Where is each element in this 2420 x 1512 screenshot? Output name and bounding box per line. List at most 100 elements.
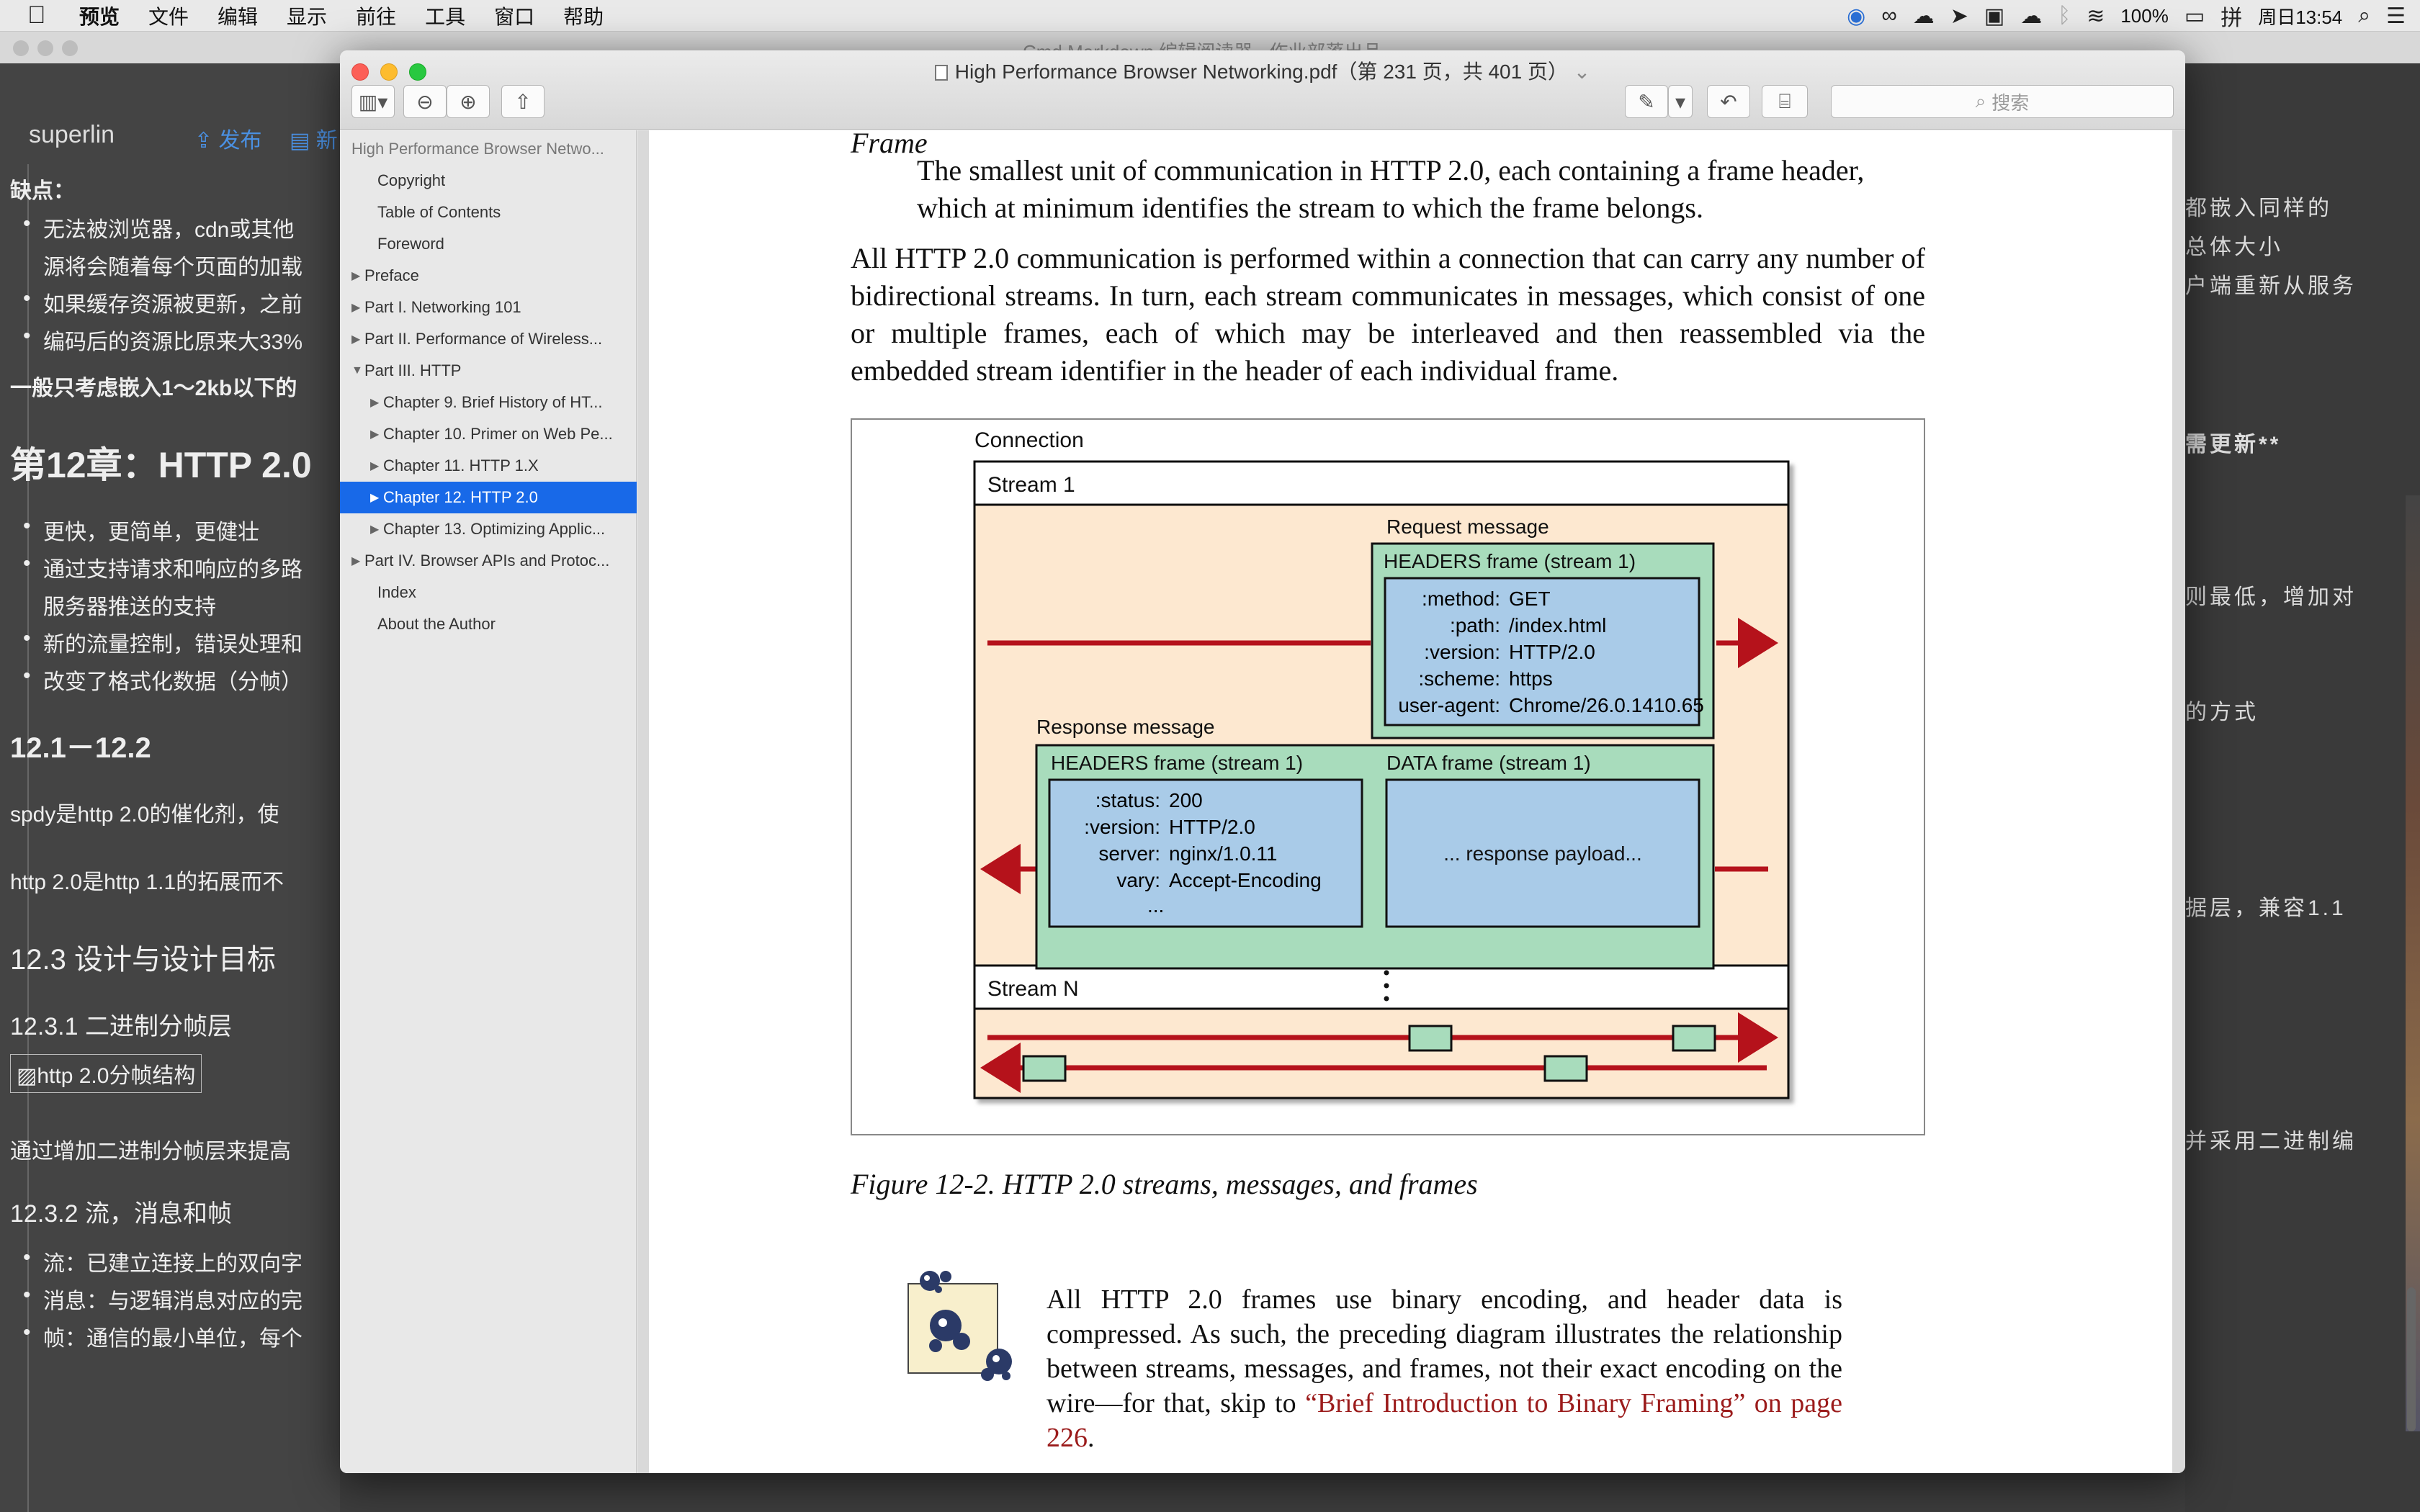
markup-menu-button[interactable]: ▾ bbox=[1668, 85, 1693, 118]
rotate-button[interactable]: ↶ bbox=[1707, 85, 1750, 118]
md-text: 缺点： bbox=[10, 179, 75, 203]
divider bbox=[27, 164, 29, 1512]
toc-item-part4[interactable]: ▶ Part IV. Browser APIs and Protoc... bbox=[340, 545, 637, 577]
figure-diagram: Connection Stream 1 Request message HEAD… bbox=[851, 418, 1925, 1135]
send-icon[interactable]: ➤ bbox=[1950, 4, 1968, 29]
status-area: ◉ ∞ ☁ ➤ ▣ ☁ ᛒ ≋ 100% ▭ 拼 周日13:54 ⌕ ☰ bbox=[1847, 0, 2406, 32]
bluetooth-icon[interactable]: ᛒ bbox=[2058, 4, 2071, 28]
toc-item-chapter13[interactable]: ▶ Chapter 13. Optimizing Applic... bbox=[340, 513, 637, 545]
input-method-icon[interactable]: 拼 bbox=[2220, 0, 2242, 32]
title-chevron-icon[interactable]: ⌄ bbox=[1574, 60, 1590, 83]
spotlight-search-icon[interactable]: ⌕ bbox=[2358, 4, 2370, 28]
request-message-label: Request message bbox=[1386, 516, 1549, 538]
request-frame-label: HEADERS frame (stream 1) bbox=[1384, 550, 1636, 572]
menu-app-preview[interactable]: 预览 bbox=[79, 1, 120, 30]
cloud-sync-icon[interactable]: ☁ bbox=[2020, 4, 2042, 29]
header-key: vary: bbox=[1116, 869, 1160, 891]
toc-item-book[interactable]: High Performance Browser Netwo... bbox=[340, 133, 637, 165]
menu-tools[interactable]: 工具 bbox=[425, 1, 465, 30]
cloud-icon[interactable]: ☁ bbox=[1913, 4, 1935, 29]
definition-term: Frame bbox=[851, 130, 928, 159]
header-value: nginx/1.0.11 bbox=[1169, 842, 1278, 865]
md-heading: 12.1－12.2 bbox=[10, 732, 151, 764]
md-heading: 12.3.2 流，消息和帧 bbox=[10, 1200, 232, 1228]
md-bullet: 消息：与逻辑消息对应的完 bbox=[23, 1283, 302, 1315]
bg-zoom-icon[interactable] bbox=[62, 40, 78, 56]
header-value: /index.html bbox=[1509, 614, 1606, 636]
toc-item-chapter9[interactable]: ▶ Chapter 9. Brief History of HT... bbox=[340, 387, 637, 418]
response-message-label: Response message bbox=[1036, 716, 1214, 738]
connection-label: Connection bbox=[974, 428, 1084, 452]
battery-percent: 100% bbox=[2120, 4, 2169, 27]
share-button[interactable]: ⇧ bbox=[501, 85, 544, 118]
markdown-preview-pane: superlin ⇪ 发布 ▤ 新 缺点： 无法被浏览器，cdn或其他 源将会随… bbox=[0, 63, 340, 1512]
document-view[interactable]: Frame The smallest unit of communication… bbox=[637, 130, 2185, 1473]
header-key: :version: bbox=[1424, 641, 1500, 663]
md-bullet: 通过支持请求和响应的多路 bbox=[23, 552, 302, 583]
search-field[interactable]: ⌕ 搜索 bbox=[1831, 85, 2174, 118]
weibo-icon[interactable]: ◉ bbox=[1847, 4, 1865, 29]
header-value: HTTP/2.0 bbox=[1509, 641, 1595, 663]
zoom-in-button[interactable]: ⊕ bbox=[447, 85, 490, 118]
window-title[interactable]: High Performance Browser Networking.pdf（… bbox=[340, 56, 2185, 85]
md-heading: 12.3 设计与设计目标 bbox=[10, 944, 276, 976]
toc-item-chapter11[interactable]: ▶ Chapter 11. HTTP 1.X bbox=[340, 450, 637, 482]
apple-menu-icon[interactable]:  bbox=[27, 1, 55, 30]
bg-close-icon[interactable] bbox=[13, 40, 29, 56]
streamN-label: Stream N bbox=[987, 977, 1079, 1001]
toc-item-part1[interactable]: ▶ Part I. Networking 101 bbox=[340, 292, 637, 323]
header-key: :method: bbox=[1422, 588, 1500, 610]
disclosure-triangle-icon: ▶ bbox=[351, 555, 361, 567]
md-bullet: 新的流量控制，错误处理和 bbox=[23, 626, 302, 658]
menu-file[interactable]: 文件 bbox=[148, 1, 189, 30]
md-bullet: 编码后的资源比原来大33% bbox=[23, 324, 302, 356]
menu-view[interactable]: 显示 bbox=[287, 1, 327, 30]
figure-caption: Figure 12-2. HTTP 2.0 streams, messages,… bbox=[851, 1168, 1478, 1200]
toc-item-foreword[interactable]: Foreword bbox=[340, 228, 637, 260]
frame-block bbox=[1543, 1055, 1588, 1082]
toc-item-contents[interactable]: Table of Contents bbox=[340, 197, 637, 228]
new-button[interactable]: ▤ 新 bbox=[290, 122, 338, 154]
search-placeholder: 搜索 bbox=[1991, 91, 2030, 114]
glasses-icon[interactable]: ∞ bbox=[1881, 4, 1896, 28]
pdf-doc-icon bbox=[934, 65, 948, 81]
preview-titlebar: High Performance Browser Networking.pdf（… bbox=[340, 50, 2185, 130]
md-text: 总体大小 bbox=[2185, 235, 2283, 259]
menu-edit[interactable]: 编辑 bbox=[218, 1, 258, 30]
publish-button[interactable]: ⇪ 发布 bbox=[194, 122, 261, 154]
wifi-icon[interactable]: ≋ bbox=[2087, 4, 2105, 29]
markup-pen-button[interactable]: ✎ bbox=[1625, 85, 1668, 118]
menu-window[interactable]: 窗口 bbox=[494, 1, 534, 30]
md-heading: 12.3.1 二进制分帧层 bbox=[10, 1013, 232, 1040]
scrollbar[interactable] bbox=[2407, 1287, 2416, 1431]
sidebar-toggle-button[interactable]: ▥▾ bbox=[351, 85, 395, 118]
clock[interactable]: 周日13:54 bbox=[2258, 3, 2342, 30]
md-text: 户端重新从服务 bbox=[2185, 274, 2357, 298]
pdf-page: Frame The smallest unit of communication… bbox=[649, 130, 2172, 1473]
toc-item-copyright[interactable]: Copyright bbox=[340, 165, 637, 197]
toc-item-part2[interactable]: ▶ Part II. Performance of Wireless... bbox=[340, 323, 637, 355]
toc-item-chapter12[interactable]: ▶ Chapter 12. HTTP 2.0 bbox=[340, 482, 637, 513]
md-bullet: 改变了格式化数据（分帧） bbox=[23, 664, 302, 696]
disclosure-triangle-icon: ▶ bbox=[370, 397, 380, 409]
toc-item-chapter10[interactable]: ▶ Chapter 10. Primer on Web Pe... bbox=[340, 418, 637, 450]
menu-help[interactable]: 帮助 bbox=[563, 1, 604, 30]
menubar:  预览 文件 编辑 显示 前往 工具 窗口 帮助 ◉ ∞ ☁ ➤ ▣ ☁ ᛒ … bbox=[0, 0, 2420, 32]
md-text: spdy是http 2.0的催化剂，使 bbox=[10, 803, 279, 827]
notification-center-icon[interactable]: ☰ bbox=[2386, 4, 2406, 29]
toc-item-part3[interactable]: ▼ Part III. HTTP bbox=[340, 355, 637, 387]
bookmark-icon[interactable]: ▣ bbox=[1984, 4, 2004, 29]
definition-text: The smallest unit of communication in HT… bbox=[917, 154, 1865, 224]
toc-item-about[interactable]: About the Author bbox=[340, 608, 637, 640]
bg-minimize-icon[interactable] bbox=[37, 40, 53, 56]
battery-icon[interactable]: ▭ bbox=[2184, 4, 2205, 29]
toc-item-index[interactable]: Index bbox=[340, 577, 637, 608]
zoom-out-button[interactable]: ⊖ bbox=[403, 85, 447, 118]
response-headers-frame-label: HEADERS frame (stream 1) bbox=[1051, 752, 1303, 774]
toolbox-button[interactable]: ⌸ bbox=[1762, 85, 1808, 118]
toc-item-preface[interactable]: ▶ Preface bbox=[340, 260, 637, 292]
disclosure-triangle-icon: ▶ bbox=[370, 428, 380, 441]
header-value: Chrome/26.0.1410.65 bbox=[1509, 694, 1704, 716]
md-heading: 第12章：HTTP 2.0 bbox=[10, 445, 312, 485]
menu-go[interactable]: 前往 bbox=[356, 1, 396, 30]
